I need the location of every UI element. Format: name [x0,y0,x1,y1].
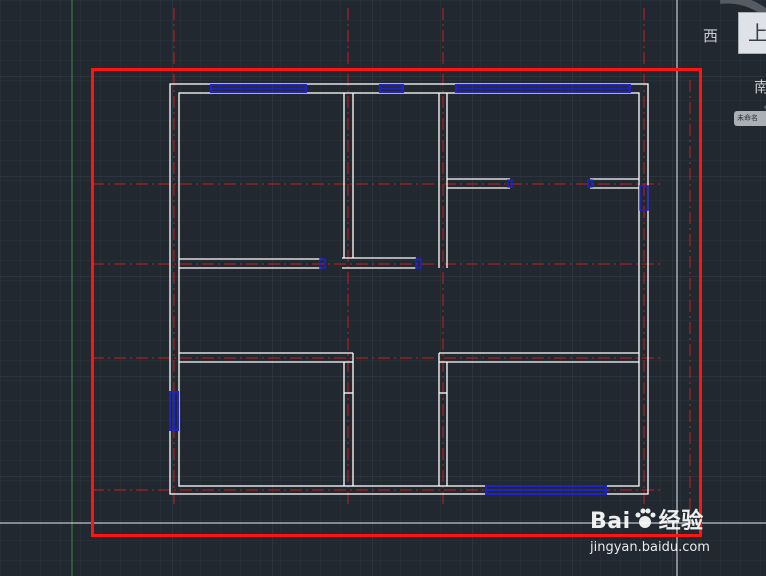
viewcube-top-face[interactable]: 上 [738,12,766,54]
baidu-paw-icon [635,508,656,528]
watermark-url: jingyan.baidu.com [590,540,710,555]
cad-drawing-canvas[interactable] [0,0,766,576]
baidu-jingyan-watermark: Bai 经验 [590,503,704,535]
viewcube-west-label[interactable]: 西 [703,25,718,46]
watermark-brand-suffix: 经验 [658,509,704,534]
watermark-brand: Bai [590,509,631,534]
viewcube-south-label[interactable]: 南 [754,76,766,97]
wcs-dropdown[interactable]: 未命名 [734,111,766,126]
